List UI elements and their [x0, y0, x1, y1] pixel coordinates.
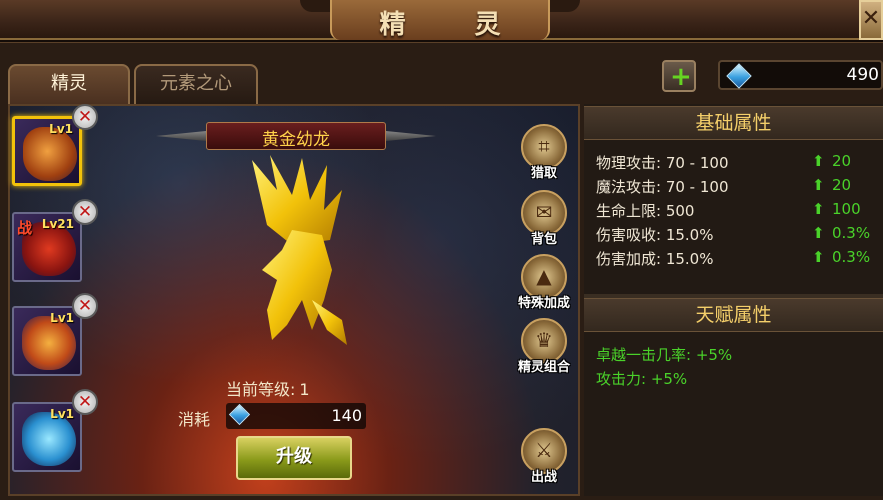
- blue-gem-icon: [726, 63, 752, 89]
- up-arrow-icon: ⬆: [812, 248, 825, 266]
- deploy-button[interactable]: ⚔ 出战: [516, 428, 572, 488]
- pet-slot-4[interactable]: Lv1: [12, 402, 82, 472]
- close-button[interactable]: ✕: [859, 0, 883, 40]
- blue-gem-icon: [228, 403, 251, 426]
- stat-bonus: 100: [832, 200, 861, 218]
- stat-label: 伤害加成: 15.0%: [596, 250, 714, 268]
- base-attributes-title: 基础属性: [584, 106, 883, 140]
- stat-bonus: 0.3%: [832, 224, 871, 242]
- pet-name-banner: 黄金幼龙: [156, 122, 436, 150]
- tab-element-heart[interactable]: 元素之心: [134, 64, 258, 104]
- stat-row: 物理攻击: 70 - 100 ⬆ 20: [596, 152, 876, 174]
- pet-slot-level: Lv1: [50, 407, 74, 421]
- special-bonus-button[interactable]: ▲ 特殊加成: [516, 254, 572, 314]
- spirit-combo-label: 精灵组合: [517, 360, 570, 375]
- remove-pet-button[interactable]: ✕: [72, 389, 98, 415]
- stat-bonus: 20: [832, 176, 852, 194]
- pet-slot-level: Lv1: [50, 311, 74, 325]
- current-level-value: 1: [299, 380, 310, 399]
- stat-label: 伤害吸收: 15.0%: [596, 226, 714, 244]
- spirit-combo-button[interactable]: ♛ 精灵组合: [516, 318, 572, 378]
- tab-spirit[interactable]: 精灵: [8, 64, 130, 104]
- remove-pet-button[interactable]: ✕: [72, 293, 98, 319]
- talent-row: 攻击力: +5%: [596, 370, 688, 388]
- deploy-label: 出战: [530, 470, 557, 485]
- talent-row: 卓越一击几率: +5%: [596, 346, 733, 364]
- stat-row: 伤害加成: 15.0% ⬆ 0.3%: [596, 248, 876, 270]
- talent-attributes-title: 天赋属性: [584, 298, 883, 332]
- pet-slot-2[interactable]: 战 Lv21: [12, 212, 82, 282]
- current-level: 当前等级: 1: [226, 376, 386, 400]
- add-currency-button[interactable]: +: [662, 60, 696, 92]
- up-arrow-icon: ⬆: [812, 200, 825, 218]
- special-bonus-label: 特殊加成: [517, 296, 570, 311]
- currency-display: 490: [718, 60, 883, 90]
- remove-pet-button[interactable]: ✕: [72, 199, 98, 225]
- stat-row: 伤害吸收: 15.0% ⬆ 0.3%: [596, 224, 876, 246]
- stat-label: 物理攻击: 70 - 100: [596, 154, 729, 172]
- pet-slot-level: Lv21: [41, 217, 74, 231]
- pet-name: 黄金幼龙: [262, 130, 330, 150]
- stat-row: 魔法攻击: 70 - 100 ⬆ 20: [596, 176, 876, 198]
- stat-bonus: 20: [832, 152, 852, 170]
- stat-row: 生命上限: 500 ⬆ 100: [596, 200, 876, 222]
- current-level-label: 当前等级:: [226, 380, 296, 399]
- hunt-label: 猎取: [530, 166, 557, 181]
- cost-display: 140: [226, 403, 366, 429]
- up-arrow-icon: ⬆: [812, 224, 825, 242]
- golden-dragon-model: [252, 155, 347, 345]
- currency-amount: 490: [846, 65, 879, 85]
- bag-label: 背包: [530, 232, 557, 247]
- up-arrow-icon: ⬆: [812, 152, 825, 170]
- cost-label: 消耗: [178, 410, 211, 429]
- up-arrow-icon: ⬆: [812, 176, 825, 194]
- remove-pet-button[interactable]: ✕: [72, 104, 98, 130]
- pet-slot-level: Lv1: [49, 122, 73, 136]
- stat-label: 生命上限: 500: [596, 202, 695, 220]
- window-title: 精 灵: [379, 10, 531, 40]
- attributes-panel: 基础属性 物理攻击: 70 - 100 ⬆ 20 魔法攻击: 70 - 100 …: [584, 104, 883, 496]
- pet-slot-1[interactable]: Lv1: [12, 116, 82, 186]
- hunt-button[interactable]: ⌗ 猎取: [516, 124, 572, 184]
- plus-icon: +: [670, 62, 692, 92]
- battle-badge: 战: [17, 219, 33, 237]
- stat-bonus: 0.3%: [832, 248, 871, 266]
- title-bar: 精 灵 ✕: [0, 0, 883, 40]
- stat-label: 魔法攻击: 70 - 100: [596, 178, 729, 196]
- cost-amount: 140: [331, 406, 362, 425]
- pet-slot-3[interactable]: Lv1: [12, 306, 82, 376]
- bag-button[interactable]: ✉ 背包: [516, 190, 572, 250]
- upgrade-button[interactable]: 升级: [236, 436, 352, 480]
